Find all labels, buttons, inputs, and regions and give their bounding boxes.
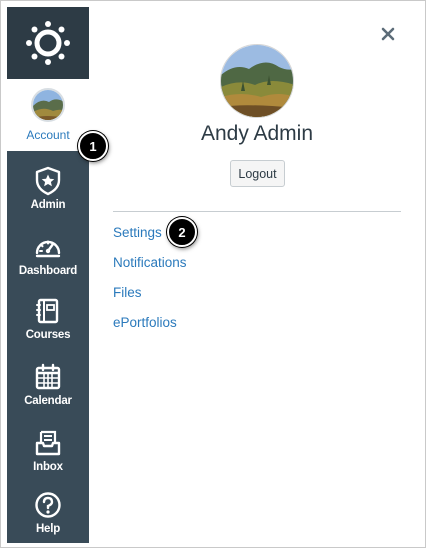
nav-item-help[interactable]: Help <box>7 481 89 547</box>
canvas-logo-icon <box>26 21 70 65</box>
nav-item-calendar-label: Calendar <box>24 395 72 407</box>
tray-divider <box>113 211 401 212</box>
nav-item-dashboard[interactable]: Dashboard <box>7 223 89 289</box>
nav-item-account[interactable]: Account <box>7 79 89 151</box>
account-avatar <box>31 88 65 122</box>
user-name: Andy Admin <box>200 122 314 145</box>
user-avatar <box>220 44 294 118</box>
screenshot-frame: Account Admin Dashboard Courses Calendar… <box>0 0 426 548</box>
canvas-logo[interactable] <box>7 7 89 79</box>
nav-item-admin-label: Admin <box>30 199 66 211</box>
nav-item-courses-label: Courses <box>25 329 71 341</box>
nav-item-inbox[interactable]: Inbox <box>7 419 89 485</box>
nav-item-courses[interactable]: Courses <box>7 287 89 353</box>
speedometer-icon <box>34 229 62 265</box>
nav-item-calendar[interactable]: Calendar <box>7 353 89 419</box>
nav-item-dashboard-label: Dashboard <box>18 265 78 277</box>
close-icon <box>381 27 395 41</box>
nav-item-help-label: Help <box>35 523 61 535</box>
eportfolios-link[interactable]: ePortfolios <box>113 313 187 343</box>
help-icon <box>34 487 62 523</box>
calendar-icon <box>34 359 62 395</box>
book-icon <box>35 293 61 329</box>
inbox-icon <box>34 425 62 461</box>
callout-badge-2: 2 <box>167 217 197 247</box>
nav-item-inbox-label: Inbox <box>33 461 63 473</box>
callout-badge-1: 1 <box>78 131 108 161</box>
logout-button[interactable]: Logout <box>230 160 285 187</box>
nav-item-account-label: Account <box>26 128 70 142</box>
global-navigation: Account Admin Dashboard Courses Calendar… <box>7 7 89 543</box>
files-link[interactable]: Files <box>113 283 187 313</box>
shield-star-icon <box>34 163 62 199</box>
notifications-link[interactable]: Notifications <box>113 253 187 283</box>
nav-item-admin[interactable]: Admin <box>7 157 89 223</box>
close-button[interactable] <box>377 23 399 45</box>
